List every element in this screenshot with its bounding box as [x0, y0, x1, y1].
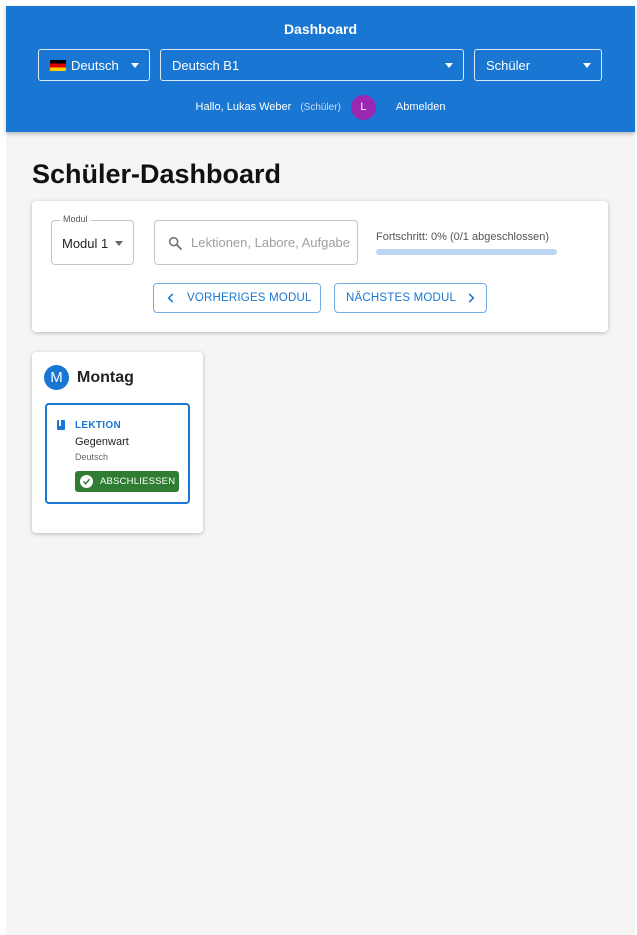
day-card-monday: M Montag LEKTION Gegenwart Deutsch ABSCH…	[32, 352, 203, 533]
role-select-value: Schüler	[486, 57, 531, 73]
day-header: M Montag	[44, 365, 134, 390]
complete-button-label: ABSCHLIESSEN	[100, 476, 176, 487]
chevron-down-icon	[583, 63, 591, 68]
search-icon	[168, 236, 182, 250]
avatar[interactable]: L	[350, 94, 376, 120]
lesson-item[interactable]: LEKTION Gegenwart Deutsch ABSCHLIESSEN	[45, 403, 190, 504]
check-circle-icon	[80, 475, 93, 488]
lesson-subject: Deutsch	[75, 452, 109, 462]
language-select-value: Deutsch	[71, 57, 119, 73]
chevron-down-icon	[115, 241, 123, 246]
page-title: Schüler-Dashboard	[32, 159, 282, 189]
chevron-left-icon	[167, 293, 174, 303]
user-info: Hallo, Lukas Weber (Schüler) L Abmelden	[6, 94, 635, 120]
greeting-text: Hallo, Lukas Weber	[195, 101, 292, 113]
language-select[interactable]: Deutsch	[38, 49, 150, 81]
search-field[interactable]	[154, 220, 358, 265]
search-input[interactable]	[191, 235, 351, 250]
previous-module-button[interactable]: VORHERIGES MODUL	[153, 283, 321, 313]
next-module-button[interactable]: NÄCHSTES MODUL	[334, 283, 487, 313]
chevron-right-icon	[468, 293, 475, 303]
module-select-value: Modul 1	[62, 236, 109, 251]
day-initial-badge: M	[44, 365, 69, 390]
previous-module-label: VORHERIGES MODUL	[187, 292, 312, 304]
book-icon	[57, 420, 65, 430]
chevron-down-icon	[445, 63, 453, 68]
controls-card: Modul Modul 1 Fortschritt: 0% (0/1 abges…	[32, 201, 608, 332]
app-bar-title: Dashboard	[283, 21, 358, 37]
role-select[interactable]: Schüler	[474, 49, 602, 81]
lesson-name: Gegenwart	[75, 436, 129, 448]
app-frame: Dashboard Deutsch Deutsch B1 Schüler Hal…	[6, 6, 635, 935]
lesson-type: LEKTION	[75, 420, 121, 431]
course-select[interactable]: Deutsch B1	[160, 49, 464, 81]
complete-button[interactable]: ABSCHLIESSEN	[75, 471, 179, 492]
next-module-label: NÄCHSTES MODUL	[346, 292, 457, 304]
progress-bar	[376, 249, 557, 255]
day-name: Montag	[77, 368, 134, 386]
app-bar: Dashboard Deutsch Deutsch B1 Schüler Hal…	[6, 6, 635, 132]
logout-button[interactable]: Abmelden	[396, 101, 446, 113]
module-select-label: Modul	[60, 214, 91, 224]
chevron-down-icon	[131, 63, 139, 68]
progress-text: Fortschritt: 0% (0/1 abgeschlossen)	[376, 231, 550, 243]
role-tag: (Schüler)	[300, 101, 341, 113]
course-select-value: Deutsch B1	[172, 57, 240, 73]
module-select[interactable]: Modul Modul 1	[51, 214, 134, 265]
german-flag-icon	[50, 59, 66, 71]
